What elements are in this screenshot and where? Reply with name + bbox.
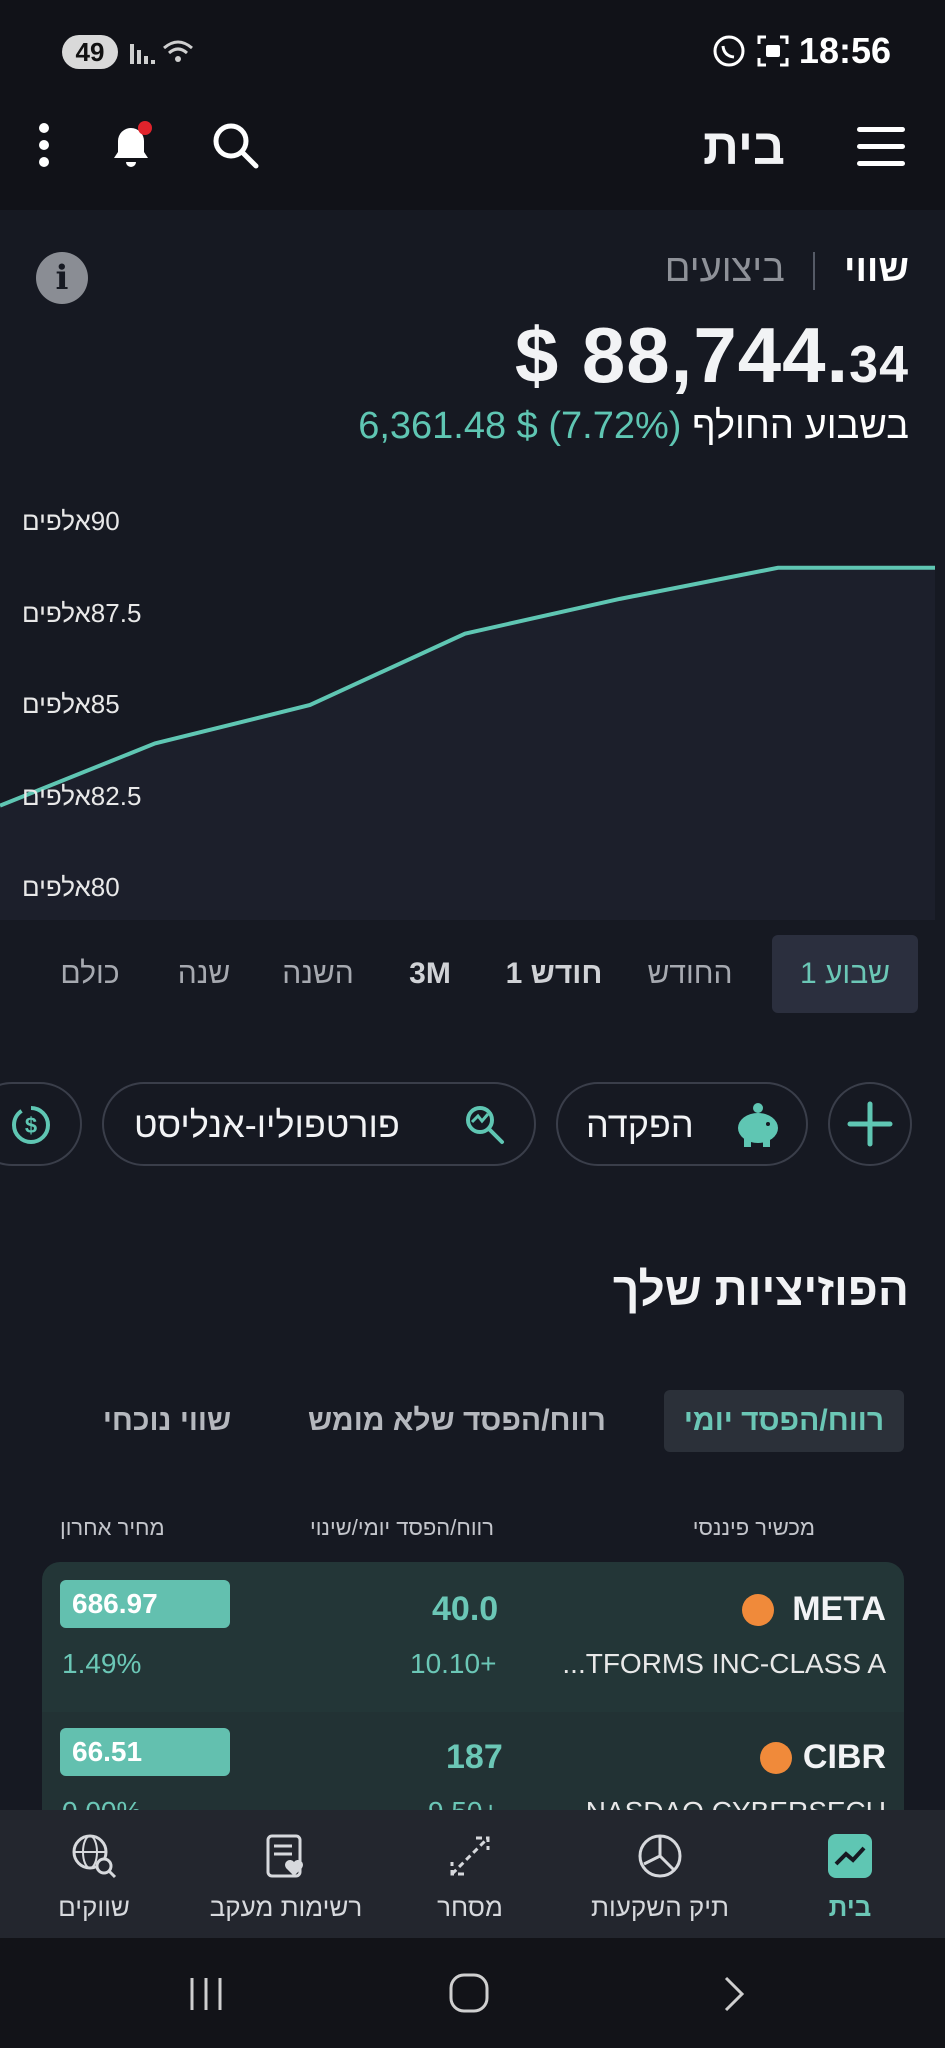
tab-divider xyxy=(813,251,816,290)
period-tab-3m[interactable]: 3M xyxy=(394,935,466,1013)
period-tab-1w[interactable]: שבוע 1 xyxy=(772,935,918,1013)
daily-pl-value: 187 xyxy=(446,1738,503,1776)
column-header-instrument: מכשיר פיננסי xyxy=(692,1515,815,1540)
nav-watchlists-label: רשימות מעקב xyxy=(209,1892,363,1922)
total-main: $ 88,744. xyxy=(514,311,850,399)
nav-watchlists[interactable]: רשימות מעקב xyxy=(196,1826,376,1926)
y-tick-label: 87.5אלפים xyxy=(22,597,142,628)
dividends-chip-button[interactable]: $ xyxy=(0,1082,82,1166)
home-chart-icon xyxy=(828,1834,872,1878)
menu-icon[interactable] xyxy=(857,127,905,167)
last-price-pill: 66.51 xyxy=(60,1728,230,1776)
change-percent: (7.72%) xyxy=(548,405,682,447)
screenshot-icon xyxy=(756,34,790,73)
whatsapp-icon xyxy=(712,34,746,73)
positions-tab-unrealized-pl[interactable]: רווח/הפסד שלא מומש xyxy=(298,1390,616,1452)
daily-pl-change: 10.10+ xyxy=(410,1648,497,1679)
market-closed-clock-icon xyxy=(760,1742,792,1774)
value-performance-tabs: שווי ביצועים xyxy=(665,248,909,291)
y-tick-label: 90אלפים xyxy=(22,506,120,536)
nav-trade-label: מסחר xyxy=(437,1892,503,1922)
svg-text:$: $ xyxy=(25,1113,37,1138)
period-tab-month-to-date[interactable]: החודש xyxy=(630,935,750,1013)
nav-trade[interactable]: מסחר xyxy=(420,1826,520,1926)
more-options-icon[interactable] xyxy=(36,122,52,173)
watchlist-heart-icon xyxy=(266,1834,303,1878)
nav-home-label: בית xyxy=(828,1892,872,1922)
tab-performance[interactable]: ביצועים xyxy=(665,248,785,290)
column-header-pl: רווח/הפסד יומי/שינוי xyxy=(310,1515,495,1540)
signal-wifi-icon xyxy=(128,34,198,75)
market-closed-clock-icon xyxy=(742,1594,774,1626)
period-tab-all[interactable]: כולם xyxy=(48,935,132,1013)
page-title: בית xyxy=(703,119,785,175)
y-tick-label: 80אלפים xyxy=(22,872,120,902)
nav-markets-label: שווקים xyxy=(58,1892,130,1922)
battery-indicator: 49 xyxy=(62,35,118,69)
nav-portfolio-label: תיק השקעות xyxy=(591,1892,729,1922)
status-time: 18:56 xyxy=(798,30,891,71)
trade-arrows-icon xyxy=(450,1836,490,1876)
table-row[interactable]: 686.97 1.49% 40.0 10.10+ META ...TFORMS … xyxy=(42,1562,904,1712)
notification-bell-icon[interactable] xyxy=(104,118,158,177)
home-button-icon[interactable] xyxy=(448,1972,490,2019)
nav-portfolio[interactable]: תיק השקעות xyxy=(580,1826,740,1926)
back-icon[interactable] xyxy=(718,1974,748,2019)
portfolio-analyst-label: פורטפוליו-אנליסט xyxy=(134,1104,400,1145)
period-tab-ytd[interactable]: השנה xyxy=(270,935,366,1013)
change-amount: $ 6,361.48 xyxy=(358,405,538,447)
total-cents: 34 xyxy=(849,336,909,394)
pie-chart-icon xyxy=(638,1834,682,1878)
portfolio-change: בשבוע החולף (7.72%) $ 6,361.48 xyxy=(358,405,909,448)
daily-pl-value: 40.0 xyxy=(432,1590,499,1628)
tab-value[interactable]: שווי xyxy=(844,248,909,290)
price-change-percent: 1.49% xyxy=(62,1648,142,1679)
instrument-symbol: CIBR xyxy=(802,1738,886,1776)
deposit-label: הפקדה xyxy=(586,1104,694,1145)
nav-markets[interactable]: שווקים xyxy=(44,1826,144,1926)
recent-apps-icon[interactable] xyxy=(186,1974,226,2019)
search-icon[interactable] xyxy=(210,120,260,175)
dollar-refresh-icon: $ xyxy=(12,1106,50,1144)
piggy-bank-icon xyxy=(738,1103,778,1147)
portfolio-analyst-chip-button[interactable]: פורטפוליו-אנליסט xyxy=(102,1082,536,1166)
y-tick-label: 85אלפים xyxy=(22,689,120,719)
column-header-last-price: מחיר אחרון xyxy=(60,1515,165,1540)
positions-title: הפוזיציות שלך xyxy=(612,1263,909,1315)
portfolio-total-value: $ 88,744.34 xyxy=(515,310,909,401)
info-icon[interactable]: i xyxy=(36,252,88,304)
y-tick-label: 82.5אלפים xyxy=(22,780,142,811)
instrument-symbol: META xyxy=(792,1590,886,1628)
nav-home[interactable]: בית xyxy=(800,1826,900,1926)
period-tab-1m[interactable]: חודש 1 xyxy=(496,935,612,1013)
instrument-name: ...TFORMS INC-CLASS A xyxy=(562,1648,886,1679)
positions-tab-daily-pl[interactable]: רווח/הפסד יומי xyxy=(664,1390,904,1452)
analysis-magnifier-icon xyxy=(466,1106,504,1144)
plus-icon xyxy=(847,1101,893,1147)
change-period: בשבוע החולף xyxy=(692,405,909,447)
last-price-pill: 686.97 xyxy=(60,1580,230,1628)
globe-search-icon xyxy=(72,1834,117,1879)
period-tab-1y[interactable]: שנה xyxy=(164,935,244,1013)
deposit-chip-button[interactable]: הפקדה xyxy=(556,1082,808,1166)
add-chip-button[interactable] xyxy=(828,1082,912,1166)
portfolio-value-chart xyxy=(0,565,935,920)
positions-tab-current-value[interactable]: שווי נוכחי xyxy=(88,1390,246,1452)
